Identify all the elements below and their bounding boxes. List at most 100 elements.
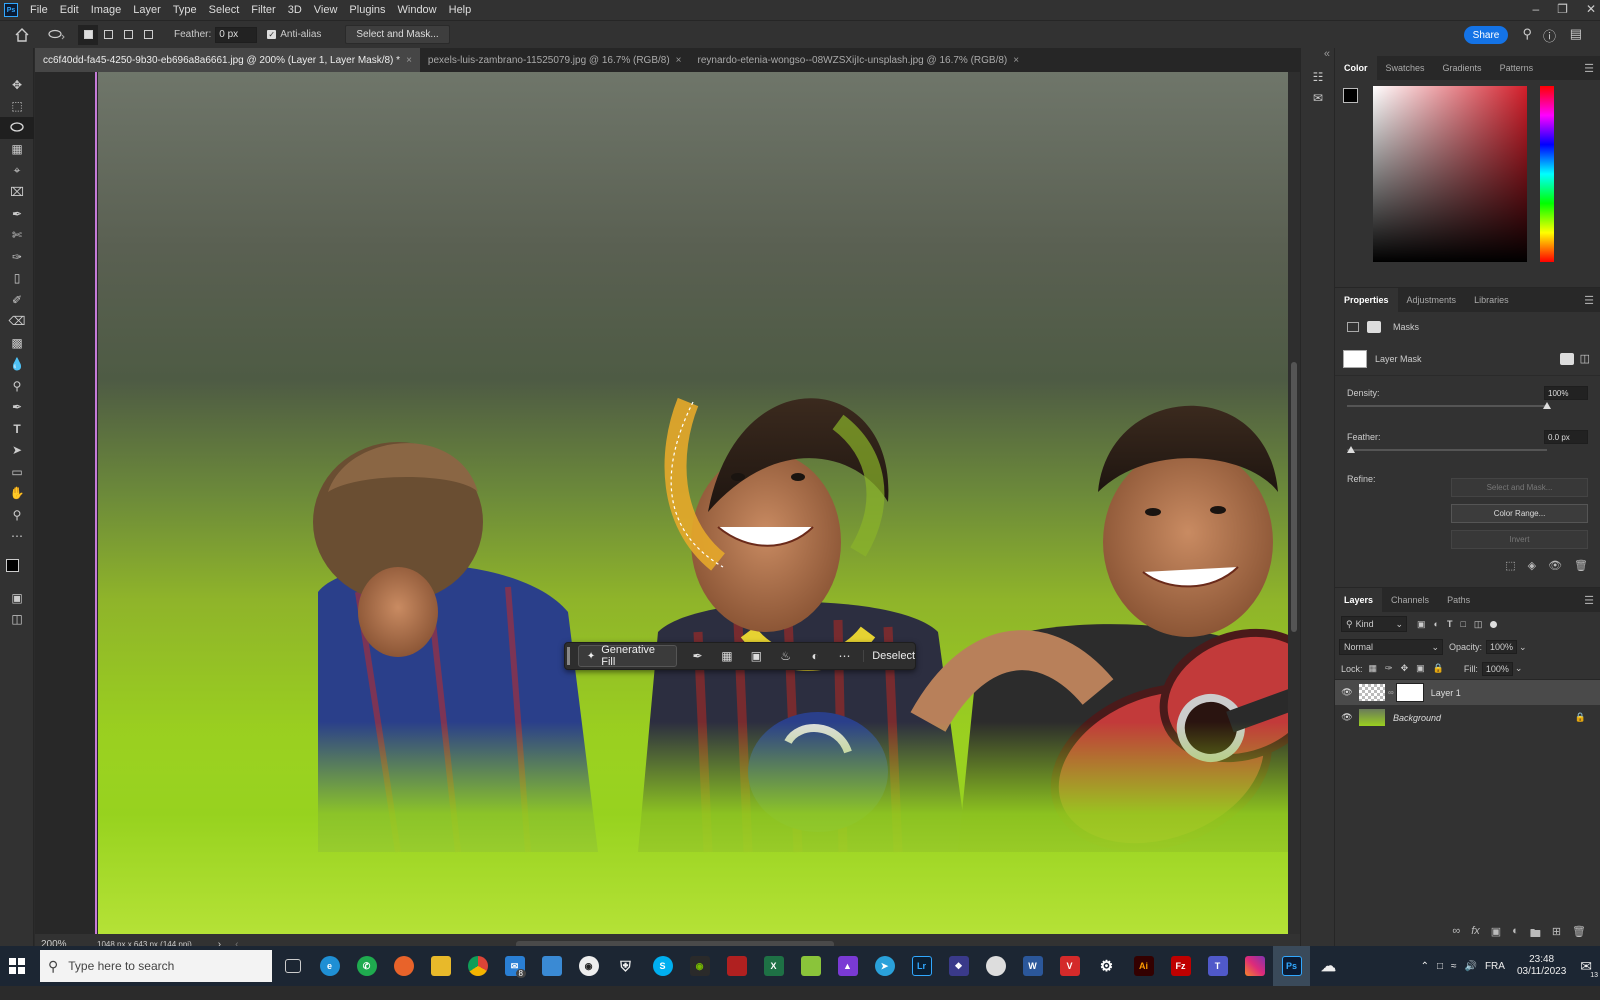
document-image[interactable] [98,72,1348,952]
layer-row-background[interactable]: 👁 Background 🔒 [1335,705,1600,730]
vertical-scrollbar[interactable] [1288,72,1300,934]
minimize-icon[interactable]: – [1532,2,1539,16]
select-and-mask-button[interactable]: Select and Mask... [345,25,450,44]
layer-row-layer1[interactable]: 👁 ∞ Layer 1 [1335,680,1600,705]
drag-handle[interactable] [567,647,570,665]
show-hidden-icons-icon[interactable]: ⌃ [1421,961,1429,972]
object-selection-tool-icon[interactable]: ▦ [0,139,34,161]
menu-type[interactable]: Type [167,4,203,16]
filter-pixel-icon[interactable]: ▣ [1417,619,1426,630]
opacity-input[interactable]: 100% [1486,640,1518,654]
restore-icon[interactable]: ❐ [1557,2,1568,16]
app-icon-green[interactable] [792,956,829,976]
layer-filter-kind-select[interactable]: ⚲ Kind ⌄ [1341,616,1407,632]
menu-layer[interactable]: Layer [127,4,167,16]
quick-mask-icon[interactable]: ▣ [0,587,34,609]
delete-layer-icon[interactable]: 🗑 [1572,925,1586,944]
app-icon-pin[interactable]: ❖ [940,956,977,976]
network-icon[interactable]: □ [1437,961,1443,972]
menu-image[interactable]: Image [85,4,128,16]
photoshop-taskbar-icon[interactable]: Ps [1273,946,1310,986]
app-icon-cloud[interactable] [977,956,1014,976]
tab-properties[interactable]: Properties [1335,288,1398,312]
pixel-mask-icon[interactable] [1347,322,1359,332]
group-icon[interactable]: 🖿 [1530,925,1541,944]
density-slider[interactable] [1347,400,1588,412]
path-selection-tool-icon[interactable]: ➤ [0,440,34,462]
filezilla-icon[interactable]: Fz [1162,956,1199,976]
gradient-tool-icon[interactable]: ▩ [0,332,34,354]
menu-view[interactable]: View [308,4,344,16]
select-and-mask-button-disabled[interactable]: Select and Mask... [1451,478,1588,497]
load-selection-icon[interactable]: ⬚ [1505,559,1515,572]
volume-icon[interactable]: 🔊 [1465,961,1477,972]
eyedropper-tool-icon[interactable]: ✒ [0,203,34,225]
filter-adjustment-icon[interactable]: ◐ [1434,619,1439,629]
word-icon[interactable]: W [1014,956,1051,976]
skype-icon[interactable]: S [644,956,681,976]
lock-image-icon[interactable]: ✑ [1385,663,1393,674]
apply-mask-button-icon[interactable]: ◈ [1528,559,1536,572]
weather-icon[interactable]: ☁ [1310,956,1347,976]
lock-all-icon[interactable]: 🔒 [1433,663,1444,674]
crop-tool-icon[interactable]: ⌖ [0,160,34,182]
create-mask-icon[interactable]: ▣ [742,649,771,663]
nvidia-icon[interactable]: ◉ [681,956,718,976]
deselect-button[interactable]: Deselect [863,650,915,662]
layer-mask-thumbnail[interactable] [1343,349,1367,368]
tab-document-3[interactable]: reynardo-etenia-wongso--08WZSXijIc-unspl… [690,48,1028,72]
eye-icon[interactable]: 👁 [1335,687,1359,698]
add-to-selection-icon[interactable] [98,25,118,45]
dodge-tool-icon[interactable]: ⚲ [0,375,34,397]
search-icon[interactable]: ⚲ [1522,26,1532,42]
workspace-icon[interactable]: ▤ [1570,26,1582,42]
filter-shape-icon[interactable]: □ [1460,619,1465,629]
close-tab-icon[interactable]: × [406,55,412,66]
color-range-button[interactable]: Color Range... [1451,504,1588,523]
intersect-selection-icon[interactable] [138,25,158,45]
guide-line[interactable] [95,72,97,952]
filter-smart-object-icon[interactable]: ◫ [1474,619,1483,630]
file-explorer-icon[interactable] [422,956,459,976]
generative-fill-button[interactable]: ✦ Generative Fill [577,644,677,668]
vertical-scroll-thumb[interactable] [1291,362,1297,632]
invert-selection-icon[interactable]: ▦ [712,649,741,663]
marquee-tool-icon[interactable]: ⬚ [0,96,34,118]
brush-tool-icon[interactable]: ✑ [0,246,34,268]
more-options-icon[interactable]: ⋯ [830,649,859,663]
help-icon[interactable]: ⓘ [1543,26,1556,45]
lasso-tool-preset-icon[interactable] [46,25,66,45]
telegram-icon[interactable]: ➤ [866,956,903,976]
affinity-icon[interactable]: ▲ [829,956,866,976]
wifi-icon[interactable]: ≈ [1451,961,1457,972]
mask-feather-input[interactable] [1544,430,1588,444]
hue-slider[interactable] [1540,86,1554,262]
layer-mask-thumbnail[interactable] [1395,683,1424,702]
lasso-tool-icon[interactable] [0,117,34,139]
lock-position-icon[interactable]: ✥ [1401,663,1409,674]
app-icon-v[interactable]: V [1051,956,1088,976]
layer-style-icon[interactable]: fx [1471,925,1480,944]
close-tab-icon[interactable]: × [676,55,682,66]
move-tool-icon[interactable]: ✥ [0,74,34,96]
frame-tool-icon[interactable]: ⌧ [0,182,34,204]
history-brush-tool-icon[interactable]: ✐ [0,289,34,311]
menu-select[interactable]: Select [203,4,246,16]
menu-edit[interactable]: Edit [54,4,85,16]
close-tab-icon[interactable]: × [1013,55,1019,66]
settings-icon[interactable]: ⚙ [1088,956,1125,976]
filter-type-icon[interactable]: T [1447,619,1453,629]
instagram-icon[interactable] [1236,956,1273,976]
density-slider-handle[interactable] [1543,402,1551,409]
close-icon[interactable]: ✕ [1586,2,1596,16]
apply-mask-icon[interactable]: ◫ [1580,352,1590,365]
color-field[interactable] [1373,86,1527,262]
firefox-icon[interactable] [385,956,422,976]
tab-libraries[interactable]: Libraries [1465,288,1518,312]
teams-icon[interactable]: T [1199,956,1236,976]
type-tool-icon[interactable]: T [0,418,34,440]
adjustment-layer-icon[interactable]: ◐ [800,649,829,663]
windows-start-icon[interactable] [0,958,34,974]
new-selection-icon[interactable] [78,24,98,45]
panel-menu-icon[interactable]: ☰ [1584,294,1594,307]
